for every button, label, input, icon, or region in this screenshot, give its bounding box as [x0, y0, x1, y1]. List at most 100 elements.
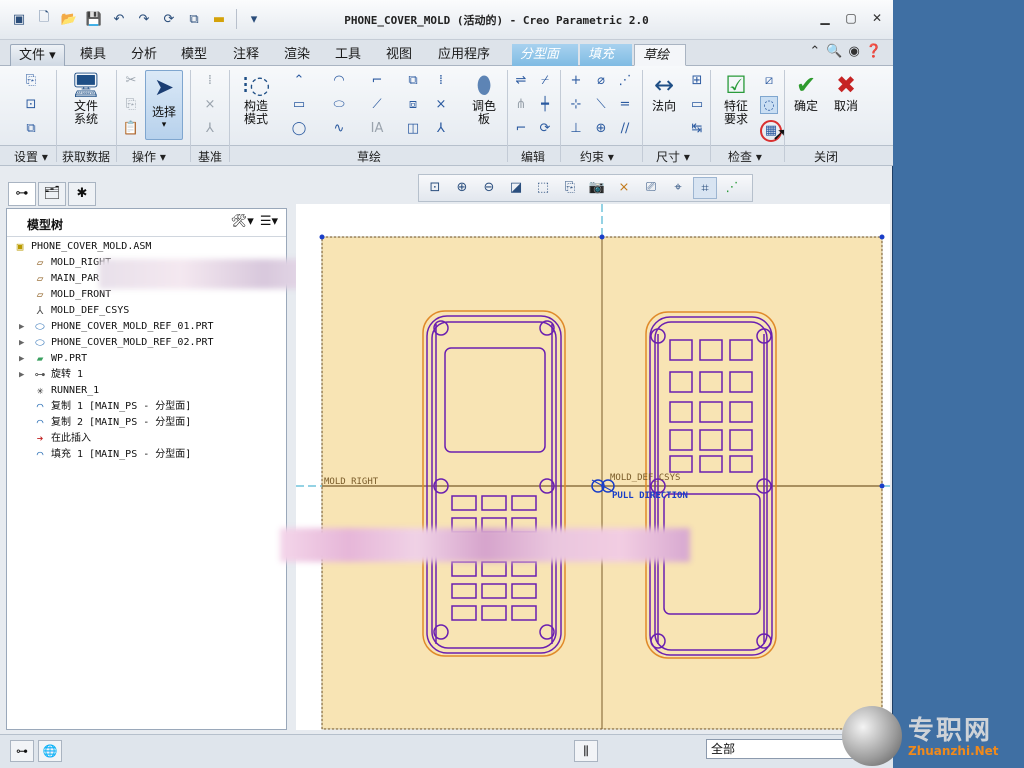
- group-constrain[interactable]: 约束 ▾: [580, 148, 614, 165]
- save-icon[interactable]: 💾: [83, 8, 105, 30]
- overlap-geometry-icon[interactable]: ⧄: [760, 72, 778, 90]
- community-icon[interactable]: ◉: [848, 44, 859, 59]
- offset-icon[interactable]: ⧉: [404, 72, 422, 90]
- view-manager-icon[interactable]: 📷: [585, 177, 609, 199]
- tab-model[interactable]: 模型: [173, 44, 215, 66]
- parallel-constraint-icon[interactable]: ∕∕: [616, 120, 634, 138]
- tab-fill[interactable]: 填充: [580, 44, 632, 66]
- tab-view[interactable]: 视图: [378, 44, 420, 66]
- tree-item[interactable]: ⅄ MOLD_DEF_CSYS: [7, 303, 286, 319]
- highlight-open-ends-icon[interactable]: ◌: [760, 96, 778, 114]
- text-icon[interactable]: IA: [368, 120, 386, 138]
- search-icon[interactable]: 🔍: [826, 44, 842, 59]
- ok-button[interactable]: ✔ 确定: [790, 70, 822, 113]
- tree-item[interactable]: ◠ 复制 1 [MAIN_PS - 分型面]: [7, 399, 286, 415]
- sketch-view-icon[interactable]: ⧉: [22, 120, 40, 138]
- group-inspect[interactable]: 检查 ▾: [728, 148, 762, 165]
- tab-applications[interactable]: 应用程序: [430, 44, 498, 66]
- collapse-ribbon-icon[interactable]: ⌃: [809, 44, 820, 59]
- refit-icon[interactable]: ⊡: [423, 177, 447, 199]
- tab-sketch[interactable]: 草绘: [634, 44, 686, 66]
- modify-icon[interactable]: ⇌: [512, 72, 530, 90]
- point-icon[interactable]: ×: [432, 96, 450, 114]
- project-icon[interactable]: ◫: [404, 120, 422, 138]
- tree-item[interactable]: ◠ 复制 2 [MAIN_PS - 分型面]: [7, 415, 286, 431]
- selection-filter-dropdown[interactable]: 全部: [706, 739, 856, 759]
- normal-dimension-button[interactable]: ↔ 法向: [648, 70, 680, 113]
- arc-icon[interactable]: ◠: [330, 72, 348, 90]
- baseline-icon[interactable]: ↹: [688, 120, 706, 138]
- browser-toggle-icon[interactable]: 🌐: [38, 740, 62, 762]
- vertical-constraint-icon[interactable]: +: [567, 72, 585, 90]
- tree-item[interactable]: ▶ ⬭ PHONE_COVER_MOLD_REF_01.PRT: [7, 319, 286, 335]
- construct-mode-button[interactable]: ⁝◌ 构造 模式: [236, 70, 276, 126]
- tree-item[interactable]: ▶ ▰ WP.PRT: [7, 351, 286, 367]
- feature-requirements-button[interactable]: ☑ 特征 要求: [716, 70, 756, 126]
- group-dimension[interactable]: 尺寸 ▾: [656, 148, 690, 165]
- rotate-resize-icon[interactable]: ⟳: [536, 120, 554, 138]
- sketch-view-icon[interactable]: ⌗: [693, 177, 717, 199]
- datum-display-icon[interactable]: ⨯: [612, 177, 636, 199]
- tree-item[interactable]: ▶ ⊶ 旋转 1: [7, 367, 286, 383]
- reference-dim-icon[interactable]: ▭: [688, 96, 706, 114]
- paste-icon[interactable]: 📋: [122, 120, 140, 138]
- file-system-button[interactable]: 🖥 文件 系统: [66, 70, 106, 126]
- selection-buffer-icon[interactable]: ⫼: [574, 740, 598, 762]
- expand-icon[interactable]: ▶: [19, 335, 29, 351]
- tree-item[interactable]: ➔ 在此插入: [7, 431, 286, 447]
- new-file-icon[interactable]: 🗋: [33, 8, 55, 30]
- tab-parting-surface[interactable]: 分型面: [512, 44, 578, 66]
- fillet-icon[interactable]: ⌐: [368, 72, 386, 90]
- group-setup[interactable]: 设置 ▾: [14, 148, 48, 165]
- folder-browser-tab-icon[interactable]: 🗂: [38, 182, 66, 206]
- close-icon[interactable]: ✕: [867, 9, 887, 27]
- tab-file[interactable]: 文件 ▾: [10, 44, 65, 66]
- symmetric-constraint-icon[interactable]: ⊕: [592, 120, 610, 138]
- midpoint-constraint-icon[interactable]: ⋰: [616, 72, 634, 90]
- windows-icon[interactable]: ⧉: [183, 8, 205, 30]
- tree-item[interactable]: ▶ ⬭ PHONE_COVER_MOLD_REF_02.PRT: [7, 335, 286, 351]
- tab-analysis[interactable]: 分析: [123, 44, 165, 66]
- mirror-icon[interactable]: ⋔: [512, 96, 530, 114]
- datum-csys-icon[interactable]: ⅄: [201, 120, 219, 138]
- copy-icon[interactable]: ⎘: [122, 96, 140, 114]
- cancel-button[interactable]: ✖ 取消: [830, 70, 862, 113]
- tree-item[interactable]: ▣ PHONE_COVER_MOLD.ASM: [7, 239, 286, 255]
- ellipse-icon[interactable]: ⬭: [330, 96, 348, 114]
- open-file-icon[interactable]: 📂: [58, 8, 80, 30]
- tree-filter-icon[interactable]: ☰▾: [260, 214, 278, 229]
- zoom-in-icon[interactable]: ⊕: [450, 177, 474, 199]
- tab-render[interactable]: 渲染: [276, 44, 318, 66]
- display-style-icon[interactable]: ⬚: [531, 177, 555, 199]
- repaint-icon[interactable]: ◪: [504, 177, 528, 199]
- tree-item[interactable]: ▱ MOLD_FRONT: [7, 287, 286, 303]
- undo-icon[interactable]: ↶: [108, 8, 130, 30]
- tangent-constraint-icon[interactable]: ⌀: [592, 72, 610, 90]
- datum-point-icon[interactable]: ×: [201, 96, 219, 114]
- regenerate-icon[interactable]: ⟳: [158, 8, 180, 30]
- coincident-constraint-icon[interactable]: ⟍: [592, 96, 610, 114]
- minimize-icon[interactable]: ▁: [815, 9, 835, 27]
- saved-views-icon[interactable]: ⎘: [558, 177, 582, 199]
- line-icon[interactable]: ⌃: [290, 72, 308, 90]
- tab-mold[interactable]: 模具: [72, 44, 114, 66]
- delete-segment-icon[interactable]: ⌿: [536, 72, 554, 90]
- thicken-icon[interactable]: ⧈: [404, 96, 422, 114]
- maximize-icon[interactable]: ▢: [841, 9, 861, 27]
- datum-centerline-icon[interactable]: ⁞: [201, 72, 219, 90]
- horizontal-constraint-icon[interactable]: ⊹: [567, 96, 585, 114]
- app-logo-icon[interactable]: ▣: [8, 8, 30, 30]
- perpendicular-constraint-icon[interactable]: ⊥: [567, 120, 585, 138]
- centerline-icon[interactable]: ⁞: [432, 72, 450, 90]
- close-window-icon[interactable]: ▬: [208, 8, 230, 30]
- tree-item[interactable]: ◠ 填充 1 [MAIN_PS - 分型面]: [7, 447, 286, 463]
- customize-qat-icon[interactable]: ▾: [243, 8, 265, 30]
- redo-icon[interactable]: ↷: [133, 8, 155, 30]
- equal-constraint-icon[interactable]: =: [616, 96, 634, 114]
- sketcher-display-icon[interactable]: ⋰: [720, 177, 744, 199]
- graphics-area[interactable]: MOLD_RIGHT MOLD_DEF_CSYS PULL DIRECTION: [280, 204, 890, 730]
- expand-icon[interactable]: ▶: [19, 319, 29, 335]
- spline-icon[interactable]: ∿: [330, 120, 348, 138]
- chamfer-icon[interactable]: ⟋: [368, 96, 386, 114]
- tree-settings-icon[interactable]: 🛠▾: [231, 214, 254, 229]
